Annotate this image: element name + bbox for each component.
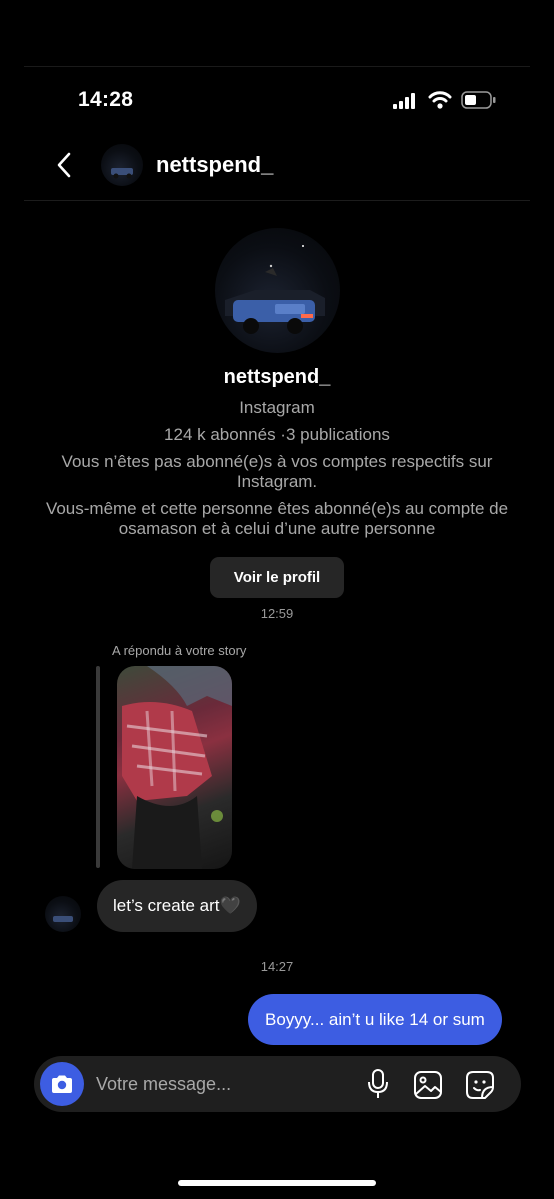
story-reply-bar xyxy=(96,666,100,868)
view-profile-button[interactable]: Voir le profil xyxy=(210,557,344,598)
message-timestamp: 14:27 xyxy=(260,959,294,974)
header-avatar[interactable] xyxy=(101,144,143,186)
profile-platform: Instagram xyxy=(239,398,315,417)
profile-name: nettspend_ xyxy=(223,366,331,388)
mutual-follows-note: Vous-même et cette personne êtes abonné(… xyxy=(45,499,509,538)
header-username[interactable]: nettspend_ xyxy=(156,152,273,178)
wifi-icon xyxy=(428,91,452,109)
profile-avatar[interactable] xyxy=(215,228,340,353)
story-thumbnail[interactable] xyxy=(117,666,232,869)
message-timestamp: 12:59 xyxy=(260,606,294,621)
incoming-message: let’s create art🖤 xyxy=(97,880,257,932)
outgoing-message-text: Boyyy... ain’t u like 14 or sum xyxy=(265,1009,485,1029)
microphone-icon[interactable] xyxy=(366,1068,390,1100)
profile-stats: 124 k abonnés ·3 publications xyxy=(164,425,390,444)
sticker-icon[interactable] xyxy=(465,1070,495,1100)
header-divider xyxy=(24,200,530,201)
back-chevron-icon[interactable] xyxy=(54,151,74,179)
camera-icon xyxy=(52,1075,72,1093)
incoming-message-text: let’s create art🖤 xyxy=(113,896,241,915)
camera-button[interactable] xyxy=(40,1062,84,1106)
home-indicator[interactable] xyxy=(178,1180,376,1186)
top-divider xyxy=(24,66,530,67)
message-input[interactable] xyxy=(96,1064,346,1104)
status-time: 14:28 xyxy=(78,88,134,111)
follow-status-note: Vous n’êtes pas abonné(e)s à vos comptes… xyxy=(61,452,493,491)
battery-icon xyxy=(461,91,496,109)
image-gallery-icon[interactable] xyxy=(413,1070,443,1100)
outgoing-message: Boyyy... ain’t u like 14 or sum xyxy=(248,994,502,1045)
story-reply-label: A répondu à votre story xyxy=(112,643,247,658)
sender-avatar[interactable] xyxy=(45,896,81,932)
signal-icon xyxy=(393,93,415,109)
